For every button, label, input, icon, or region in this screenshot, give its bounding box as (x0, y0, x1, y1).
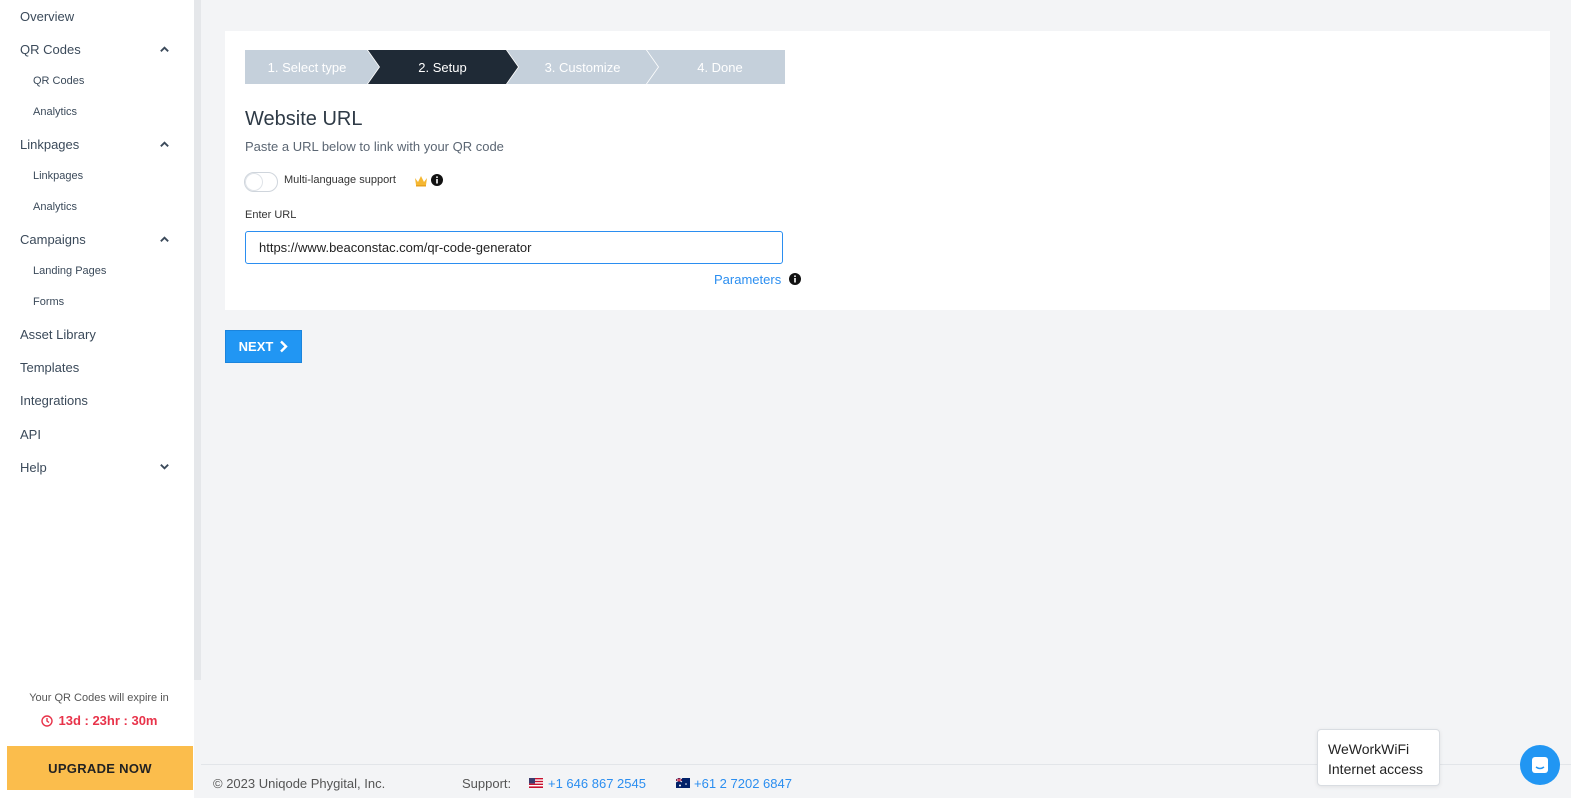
support-label: Support: (462, 776, 512, 791)
chevron-down-icon[interactable] (159, 461, 170, 472)
info-icon[interactable] (789, 273, 801, 285)
url-input[interactable] (245, 231, 783, 264)
support-phone-us[interactable]: +1 646 867 2545 (548, 776, 646, 791)
parameters-link[interactable]: Parameters (714, 272, 781, 287)
wifi-popup[interactable]: WeWorkWiFi Internet access (1317, 729, 1440, 786)
chevron-up-icon[interactable] (159, 234, 170, 245)
expire-timer: 13d : 23hr : 30m (0, 713, 198, 728)
sidebar-item-linkpages[interactable]: Linkpages (20, 137, 79, 152)
info-icon[interactable] (431, 174, 443, 186)
sidebar-item-asset-library[interactable]: Asset Library (20, 327, 96, 342)
sidebar-item-qr-codes[interactable]: QR Codes (20, 42, 81, 57)
chevron-up-icon[interactable] (159, 139, 170, 150)
expire-timer-value: 13d : 23hr : 30m (58, 713, 158, 728)
sidebar-subitem-qr-analytics[interactable]: Analytics (33, 106, 77, 118)
au-flag-icon (676, 778, 690, 788)
copyright: © 2023 Uniqode Phygital, Inc. (213, 776, 386, 791)
upgrade-now-button[interactable]: UPGRADE NOW (7, 746, 193, 790)
multi-language-toggle[interactable] (244, 172, 278, 192)
sidebar-item-help[interactable]: Help (20, 460, 47, 475)
sidebar: Overview QR Codes QR Codes Analytics Lin… (0, 0, 194, 798)
wifi-status: Internet access (1328, 761, 1423, 777)
us-flag-icon (529, 778, 543, 788)
url-label: Enter URL (245, 209, 297, 221)
chat-launcher-button[interactable] (1520, 745, 1560, 785)
sidebar-subitem-forms[interactable]: Forms (33, 296, 64, 308)
sidebar-subitem-linkpages-analytics[interactable]: Analytics (33, 201, 77, 213)
sidebar-scrollbar[interactable] (194, 0, 201, 680)
sidebar-item-templates[interactable]: Templates (20, 360, 79, 375)
sidebar-subitem-landing-pages[interactable]: Landing Pages (33, 265, 106, 277)
chat-icon (1532, 757, 1548, 773)
multi-language-label: Multi-language support (284, 174, 396, 186)
step-select-type[interactable]: 1. Select type (245, 50, 369, 84)
crown-icon (415, 176, 427, 187)
clock-icon (40, 715, 53, 727)
expire-notice: Your QR Codes will expire in (29, 692, 169, 704)
sidebar-item-api[interactable]: API (20, 427, 41, 442)
step-customize[interactable]: 3. Customize (515, 50, 650, 84)
toggle-knob (246, 174, 262, 190)
step-setup[interactable]: 2. Setup (375, 50, 510, 84)
wizard-steps: 1. Select type 2. Setup 3. Customize 4. … (245, 50, 785, 84)
next-button[interactable]: NEXT (225, 330, 302, 363)
chevron-up-icon[interactable] (159, 44, 170, 55)
wifi-network-name: WeWorkWiFi (1328, 741, 1410, 757)
page-title: Website URL (245, 108, 363, 130)
sidebar-subitem-linkpages[interactable]: Linkpages (33, 170, 83, 182)
step-done[interactable]: 4. Done (655, 50, 785, 84)
support-phone-au[interactable]: +61 2 7202 6847 (694, 776, 792, 791)
chevron-right-icon (280, 340, 289, 353)
next-button-label: NEXT (238, 339, 274, 354)
sidebar-item-campaigns[interactable]: Campaigns (20, 232, 86, 247)
sidebar-subitem-qr-codes[interactable]: QR Codes (33, 75, 84, 87)
page-subtitle: Paste a URL below to link with your QR c… (245, 139, 504, 154)
sidebar-item-integrations[interactable]: Integrations (20, 393, 88, 408)
sidebar-item-overview[interactable]: Overview (20, 9, 74, 24)
